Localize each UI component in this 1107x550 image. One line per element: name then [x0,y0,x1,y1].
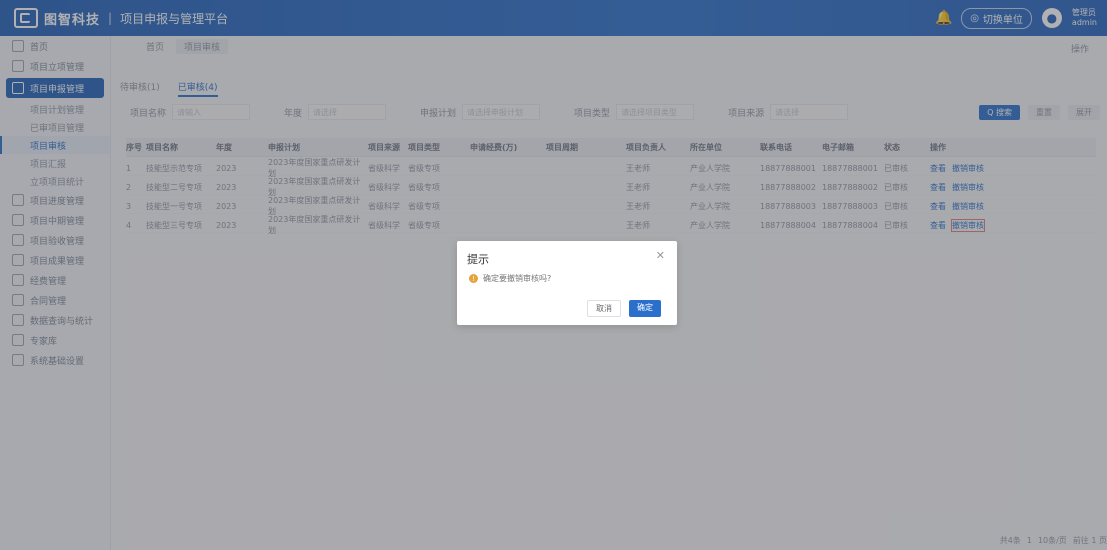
dialog-message-text: 确定要撤销审核吗? [483,274,552,283]
cancel-button[interactable]: 取消 [587,300,621,317]
confirm-button[interactable]: 确定 [629,300,661,317]
confirm-dialog: 提示 ✕ ! 确定要撤销审核吗? 取消 确定 [457,241,677,325]
close-icon[interactable]: ✕ [656,249,665,262]
dialog-message: ! 确定要撤销审核吗? [469,273,551,284]
dialog-title: 提示 [467,253,489,266]
warning-icon: ! [469,274,478,283]
dialog-buttons: 取消 确定 [587,300,661,317]
